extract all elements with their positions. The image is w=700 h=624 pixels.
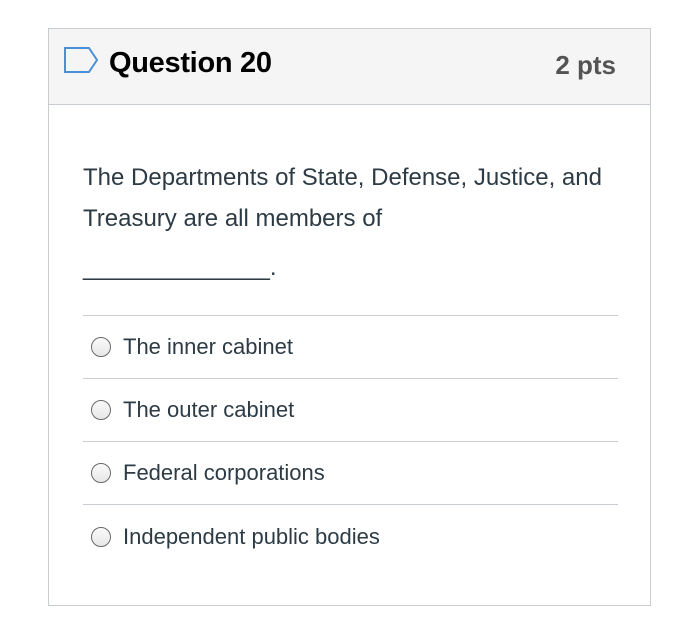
question-points: 2 pts	[555, 50, 616, 80]
answer-option[interactable]: The outer cabinet	[83, 379, 618, 442]
answer-list: The inner cabinet The outer cabinet Fede…	[83, 315, 618, 568]
answer-option[interactable]: Independent public bodies	[83, 505, 618, 568]
question-text: The Departments of State, Defense, Justi…	[83, 164, 602, 232]
answer-option[interactable]: The inner cabinet	[83, 316, 618, 379]
question-body: The Departments of State, Defense, Justi…	[83, 105, 618, 568]
radio-button[interactable]	[91, 337, 111, 357]
question-blank: ______________.	[83, 254, 277, 281]
radio-button[interactable]	[91, 463, 111, 483]
answer-option[interactable]: Federal corporations	[83, 442, 618, 505]
answer-label: Independent public bodies	[123, 523, 380, 549]
question-header: Question 20 2 pts	[49, 29, 650, 105]
answer-label: The inner cabinet	[123, 334, 293, 359]
flag-icon[interactable]	[63, 46, 99, 74]
answer-label: Federal corporations	[123, 460, 325, 485]
answer-label: The outer cabinet	[123, 397, 295, 422]
radio-button[interactable]	[91, 400, 111, 420]
radio-button[interactable]	[91, 526, 111, 547]
question-card: Question 20 2 pts The Departments of Sta…	[48, 28, 651, 606]
question-title: Question 20	[109, 47, 272, 79]
